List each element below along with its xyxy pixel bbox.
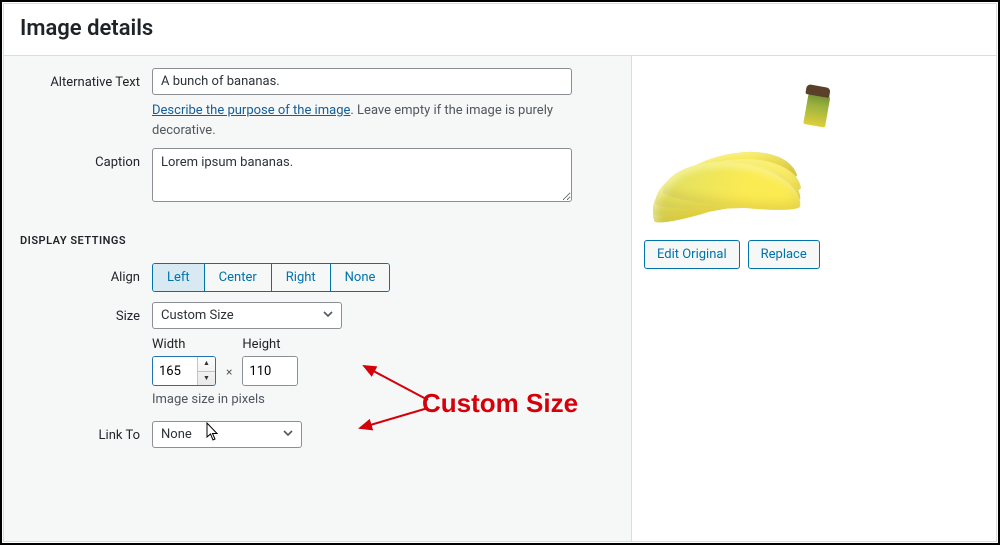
annotation-label: Custom Size	[422, 388, 578, 419]
dimensions-block: Width ▲ ▼ ×	[152, 337, 615, 386]
width-step-up[interactable]: ▲	[198, 357, 215, 372]
alt-text-label: Alternative Text	[20, 68, 152, 90]
image-preview	[644, 66, 832, 224]
width-label: Width	[152, 337, 216, 352]
caption-label: Caption	[20, 148, 152, 170]
edit-original-button[interactable]: Edit Original	[644, 240, 740, 269]
size-select[interactable]: Custom Size	[152, 302, 342, 329]
linkto-select[interactable]: None	[152, 421, 302, 448]
preview-panel: Edit Original Replace	[632, 56, 996, 541]
width-input[interactable]	[153, 357, 197, 385]
dialog-title: Image details	[4, 4, 996, 56]
linkto-label: Link To	[20, 421, 152, 443]
width-input-wrap: ▲ ▼	[152, 356, 216, 386]
align-center-button[interactable]: Center	[205, 264, 272, 291]
replace-button[interactable]: Replace	[748, 240, 820, 269]
image-details-dialog: Image details Alternative Text Describe …	[3, 3, 997, 542]
align-left-button[interactable]: Left	[153, 264, 205, 291]
width-step-down[interactable]: ▼	[198, 372, 215, 386]
size-label: Size	[20, 302, 152, 324]
caption-textarea[interactable]	[152, 148, 572, 202]
describe-purpose-link[interactable]: Describe the purpose of the image	[152, 103, 350, 118]
display-settings-heading: DISPLAY SETTINGS	[20, 234, 615, 247]
align-label: Align	[20, 263, 152, 285]
alt-text-input[interactable]	[152, 68, 572, 95]
settings-panel: Alternative Text Describe the purpose of…	[4, 56, 632, 541]
width-spinner: ▲ ▼	[197, 357, 215, 385]
height-label: Height	[242, 337, 298, 352]
height-input-wrap	[242, 356, 298, 386]
align-right-button[interactable]: Right	[272, 264, 331, 291]
height-input[interactable]	[243, 357, 297, 385]
align-none-button[interactable]: None	[331, 264, 390, 291]
times-symbol: ×	[222, 365, 236, 386]
align-button-group: Left Center Right None	[152, 263, 390, 292]
alt-help-text: Describe the purpose of the image. Leave…	[152, 101, 572, 140]
